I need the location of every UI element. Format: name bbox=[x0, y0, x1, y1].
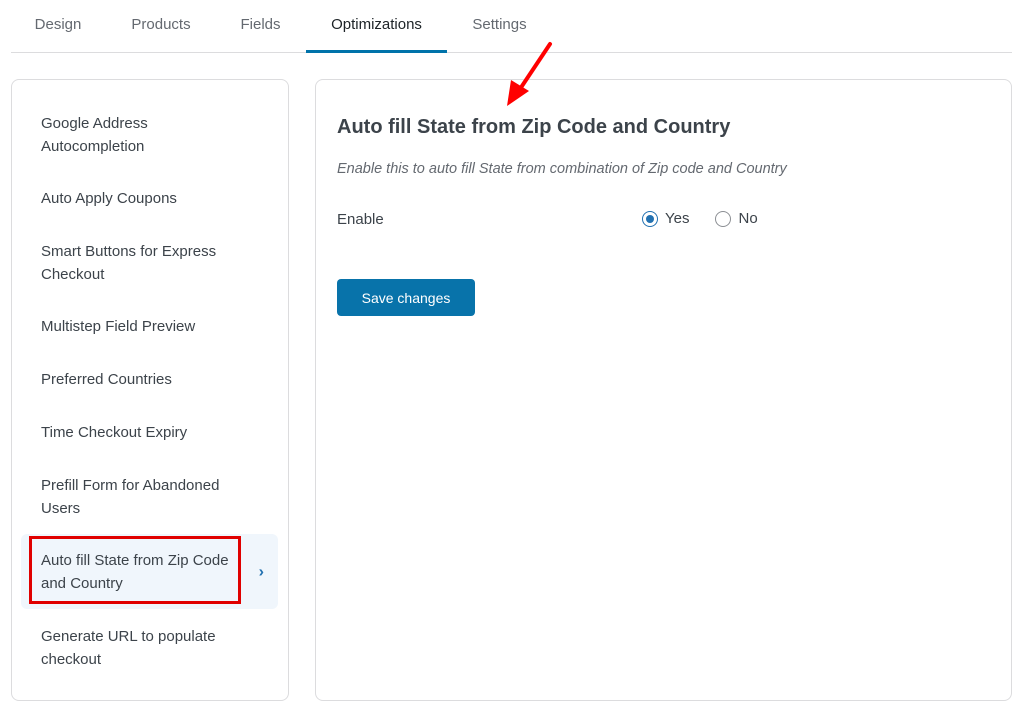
radio-yes[interactable]: Yes bbox=[642, 210, 689, 227]
tab-design[interactable]: Design bbox=[23, 0, 93, 52]
sidebar-item-time-checkout-expiry[interactable]: Time Checkout Expiry bbox=[21, 421, 278, 444]
sidebar-item-multistep-preview[interactable]: Multistep Field Preview bbox=[21, 315, 278, 338]
sidebar-item-google-address[interactable]: Google Address Autocompletion bbox=[21, 112, 278, 158]
sidebar-item-smart-buttons[interactable]: Smart Buttons for Express Checkout bbox=[21, 240, 278, 286]
tab-products[interactable]: Products bbox=[124, 0, 198, 52]
radio-no-label: No bbox=[738, 210, 758, 227]
sidebar-item-prefill-form[interactable]: Prefill Form for Abandoned Users bbox=[21, 474, 278, 520]
sidebar-item-label: Preferred Countries bbox=[41, 371, 172, 388]
sidebar-item-label: Smart Buttons for Express Checkout bbox=[41, 243, 217, 283]
sidebar-item-generate-url[interactable]: Generate URL to populate checkout bbox=[21, 625, 278, 671]
sidebar-item-preferred-countries[interactable]: Preferred Countries bbox=[21, 368, 278, 391]
save-button[interactable]: Save changes bbox=[337, 279, 475, 316]
tab-optimizations[interactable]: Optimizations bbox=[306, 0, 447, 53]
enable-label: Enable bbox=[337, 211, 384, 228]
settings-panel: Auto fill State from Zip Code and Countr… bbox=[315, 79, 1012, 701]
sidebar-item-label: Google Address Autocompletion bbox=[41, 115, 148, 155]
sidebar-item-label: Generate URL to populate checkout bbox=[41, 628, 216, 668]
panel-description: Enable this to auto fill State from comb… bbox=[337, 161, 787, 177]
sidebar-item-auto-apply-coupons[interactable]: Auto Apply Coupons bbox=[21, 187, 278, 210]
sidebar-item-label: Auto fill State from Zip Code and Countr… bbox=[41, 552, 229, 592]
sidebar: Google Address Autocompletion Auto Apply… bbox=[11, 79, 289, 701]
radio-no[interactable]: No bbox=[715, 210, 758, 227]
annotation-arrow-icon bbox=[507, 42, 552, 106]
sidebar-item-label: Auto Apply Coupons bbox=[41, 190, 177, 207]
radio-unchecked-icon[interactable] bbox=[715, 210, 732, 227]
radio-yes-label: Yes bbox=[665, 210, 690, 227]
sidebar-item-label: Time Checkout Expiry bbox=[41, 424, 188, 441]
sidebar-item-label: Multistep Field Preview bbox=[41, 318, 196, 335]
chevron-right-icon: › bbox=[258, 563, 264, 580]
panel-title: Auto fill State from Zip Code and Countr… bbox=[337, 116, 731, 138]
sidebar-item-label: Prefill Form for Abandoned Users bbox=[41, 477, 220, 517]
sidebar-item-auto-fill-state[interactable]: Auto fill State from Zip Code and Countr… bbox=[21, 534, 278, 609]
tab-fields[interactable]: Fields bbox=[233, 0, 288, 52]
radio-checked-icon[interactable] bbox=[642, 210, 658, 227]
enable-radio-group: Yes No bbox=[642, 210, 784, 227]
